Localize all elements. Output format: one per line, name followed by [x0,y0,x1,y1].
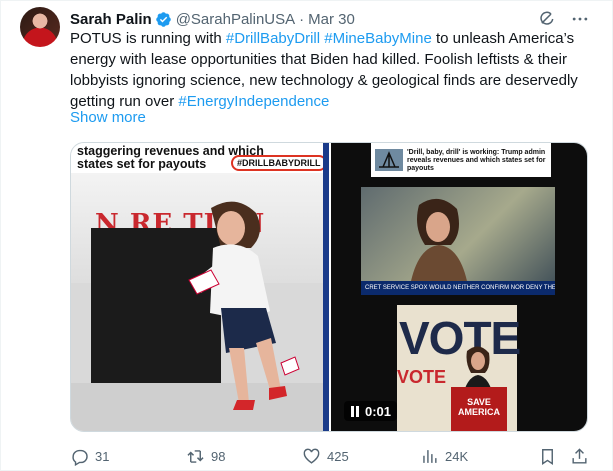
blue-border [323,143,329,431]
bookmark-icon [542,448,553,465]
hashtag-drillbabydrill[interactable]: #DrillBabyDrill [226,30,320,47]
oil-rig-icon [375,149,403,171]
tweet-header: Sarah Palin @SarahPalinUSA · Mar 30 [70,9,355,29]
separator-dot: · [299,10,305,28]
rally-still: VOTE VOTE SAVE AMERICA [397,305,521,431]
heart-icon [303,448,320,464]
text-segment: POTUS is running with [70,30,226,47]
share-button[interactable] [570,445,589,467]
news-headline-strip: 'Drill, baby, drill' is working: Trump a… [371,143,551,177]
bookmark-button[interactable] [538,445,557,467]
video-duration-badge[interactable]: 0:01 [344,401,398,421]
media-image-left[interactable]: N RE TION staggering revenues and which … [71,143,329,431]
repost-button[interactable]: 98 [186,445,225,467]
like-button[interactable]: 425 [302,445,349,467]
vote-sign-text-2: VOTE [397,367,447,387]
tv-caption-bar: CRET SERVICE SPOX WOULD NEITHER CONFIRM … [361,281,555,295]
reply-icon [72,449,88,466]
headline-strip: staggering revenues and which states set… [71,143,329,173]
tweet-card[interactable]: Sarah Palin @SarahPalinUSA · Mar 30 POTU… [0,0,613,471]
reply-button[interactable]: 31 [70,445,109,467]
reply-count: 31 [95,448,110,464]
repost-count: 98 [211,448,226,464]
grok-icon[interactable] [536,9,556,29]
tv-still: CRET SERVICE SPOX WOULD NEITHER CONFIRM … [361,187,555,295]
show-more-link[interactable]: Show more [70,109,146,126]
author-name[interactable]: Sarah Palin [70,11,152,28]
tweet-date[interactable]: Mar 30 [308,11,355,28]
like-count: 425 [327,448,349,464]
hashtag-energyindependence[interactable]: #EnergyIndependence [178,93,329,110]
media-container: N RE TION staggering revenues and which … [70,142,588,432]
more-options-icon[interactable] [570,9,590,29]
views-chart-icon [423,449,437,463]
repost-icon [187,449,204,463]
avatar[interactable] [20,7,60,47]
news-headline-text: 'Drill, baby, drill' is working: Trump a… [407,149,546,172]
speaker-figure [188,201,300,410]
author-handle[interactable]: @SarahPalinUSA [176,11,295,28]
media-video-right[interactable]: 'Drill, baby, drill' is working: Trump a… [331,143,587,431]
views-count: 24K [445,448,469,464]
tweet-text: POTUS is running with #DrillBabyDrill #M… [70,28,600,112]
hashtag-minebabymine[interactable]: #MineBabyMine [324,30,432,47]
hashtag-label: #DRILLBABYDRILL [231,155,327,171]
video-duration: 0:01 [365,403,392,419]
save-america-sign: SAVE AMERICA [451,387,507,431]
interview-figure [411,198,467,281]
views-button[interactable]: 24K [420,445,468,467]
share-icon [572,447,587,464]
action-bar: 31 98 425 24K [70,445,590,467]
top-actions [536,9,590,29]
verified-badge-icon [155,11,171,27]
pause-icon[interactable] [350,405,360,417]
